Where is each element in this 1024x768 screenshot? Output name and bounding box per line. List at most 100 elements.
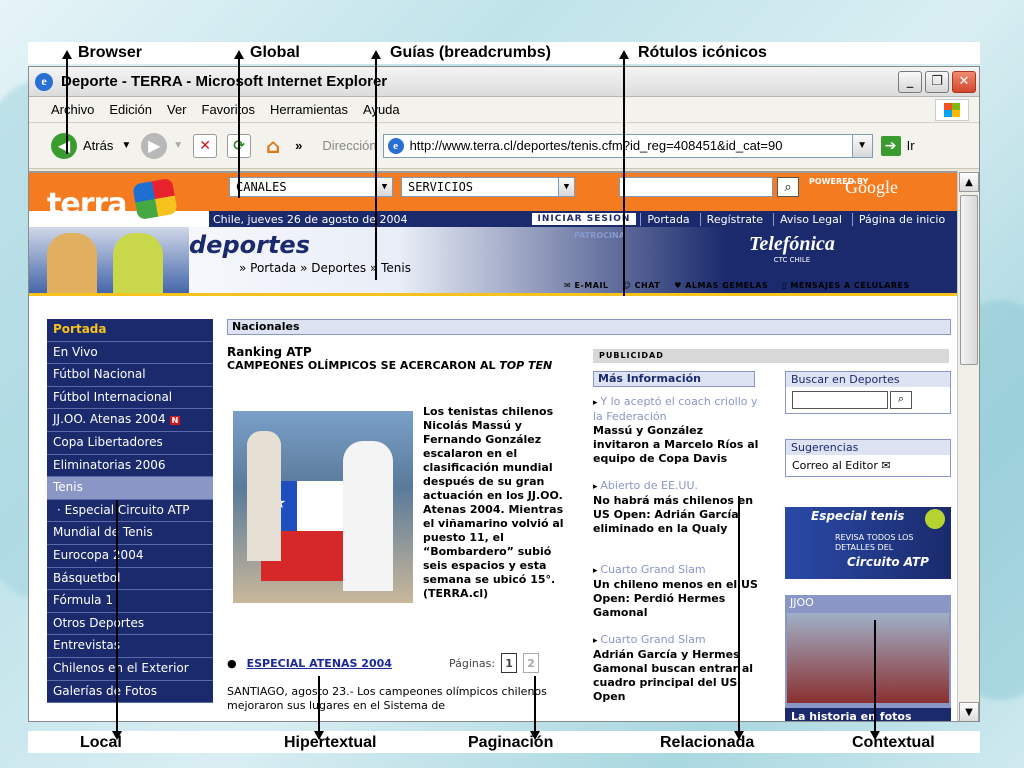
address-dropdown-icon[interactable]: ▼ bbox=[852, 133, 873, 158]
stop-button[interactable]: ✕ bbox=[193, 133, 218, 158]
forward-dropdown-icon[interactable]: ▼ bbox=[173, 140, 183, 151]
leftnav-item[interactable]: Básquetbol bbox=[47, 567, 213, 591]
back-button[interactable]: ◀ Atrás ▼ bbox=[51, 132, 131, 159]
leftnav-item[interactable]: Otros Deportes bbox=[47, 612, 213, 636]
chevron-down-icon: ▼ bbox=[558, 178, 574, 196]
jjoo-photo bbox=[787, 613, 949, 703]
ie-icon: e bbox=[35, 72, 53, 91]
menu-favoritos[interactable]: Favoritos bbox=[202, 102, 255, 117]
leftnav-item[interactable]: Galerías de Fotos bbox=[47, 680, 213, 704]
canales-select[interactable]: CANALES ▼ bbox=[229, 177, 393, 197]
back-arrow-icon: ◀ bbox=[51, 132, 77, 159]
page-2-button[interactable]: 2 bbox=[523, 653, 540, 673]
email-link[interactable]: ✉ E-MAIL bbox=[564, 281, 609, 290]
minimize-button[interactable]: _ bbox=[898, 70, 922, 93]
leftnav-item[interactable]: Fútbol Internacional bbox=[47, 386, 213, 410]
related-heading: Más Información bbox=[593, 371, 755, 387]
arrow-global bbox=[234, 50, 244, 198]
scroll-down-icon[interactable]: ▼ bbox=[959, 702, 979, 721]
jjoo-gallery[interactable]: JJOO La historia en fotos bbox=[785, 595, 951, 721]
related-item[interactable]: Cuarto Grand Slam Un chileno menos en el… bbox=[593, 563, 759, 620]
leftnav-item[interactable]: Fórmula 1 bbox=[47, 590, 213, 613]
breadcrumb: » Portada » Deportes » Tenis bbox=[239, 261, 411, 275]
go-arrow-icon[interactable]: ➔ bbox=[880, 135, 901, 156]
leftnav-item[interactable]: En Vivo bbox=[47, 341, 213, 365]
annotation-contextual: Contextual bbox=[850, 734, 937, 752]
scroll-up-icon[interactable]: ▲ bbox=[959, 172, 979, 192]
local-navigation: Portada En Vivo Fútbol Nacional Fútbol I… bbox=[47, 319, 213, 704]
breadcrumb-portada[interactable]: Portada bbox=[250, 261, 296, 275]
annotation-hypertextual: Hipertextual bbox=[282, 734, 379, 752]
menu-ayuda[interactable]: Ayuda bbox=[363, 102, 400, 117]
stop-icon: ✕ bbox=[193, 133, 218, 158]
arrow-pagination bbox=[530, 676, 540, 740]
go-label[interactable]: Ir bbox=[907, 138, 915, 153]
title-bar: e Deporte - TERRA - Microsoft Internet E… bbox=[29, 67, 979, 97]
date-bar: Chile, jueves 26 de agosto de 2004 INICI… bbox=[209, 211, 959, 227]
leftnav-item-tenis[interactable]: Tenis bbox=[47, 477, 213, 500]
sponsor-logo[interactable]: Telefónica CTC CHILE bbox=[749, 233, 835, 264]
especial-atenas-link[interactable]: ESPECIAL ATENAS 2004 bbox=[227, 657, 392, 670]
address-label: Dirección bbox=[322, 138, 377, 153]
leftnav-item-jjoo[interactable]: JJ.OO. Atenas 2004 N bbox=[47, 409, 213, 432]
suggestions-title: Sugerencias bbox=[786, 440, 950, 455]
menu-herramientas[interactable]: Herramientas bbox=[270, 102, 348, 117]
related-item[interactable]: Cuarto Grand Slam Adrián García y Hermes… bbox=[593, 633, 759, 704]
back-dropdown-icon[interactable]: ▼ bbox=[121, 140, 131, 151]
leftnav-item[interactable]: Eliminatorias 2006 bbox=[47, 454, 213, 478]
especial-tenis-banner[interactable]: Especial tenis REVISA TODOS LOS DETALLES… bbox=[785, 507, 951, 579]
search-icon[interactable]: ⌕ bbox=[890, 391, 912, 409]
search-icon[interactable]: ⌕ bbox=[777, 177, 799, 197]
section-search-input[interactable] bbox=[792, 391, 888, 409]
toolbar-overflow-icon[interactable]: » bbox=[295, 138, 302, 153]
forward-button[interactable]: ▶ ▼ bbox=[141, 132, 183, 159]
menu-ver[interactable]: Ver bbox=[167, 102, 187, 117]
close-button[interactable]: ✕ bbox=[952, 70, 976, 93]
scroll-thumb[interactable] bbox=[960, 195, 978, 365]
leftnav-item[interactable]: Copa Libertadores bbox=[47, 431, 213, 455]
servicios-select[interactable]: SERVICIOS ▼ bbox=[401, 177, 575, 197]
annotation-breadcrumbs: Guías (breadcrumbs) bbox=[388, 44, 553, 62]
leftnav-subitem[interactable]: · Especial Circuito ATP bbox=[47, 499, 213, 523]
leftnav-item[interactable]: Fútbol Nacional bbox=[47, 364, 213, 387]
terra-logo[interactable]: terra bbox=[47, 187, 128, 222]
arrow-related bbox=[734, 496, 744, 740]
annotation-browser: Browser bbox=[76, 44, 145, 62]
chat-link[interactable]: ☺ CHAT bbox=[623, 281, 661, 290]
menu-archivo[interactable]: Archivo bbox=[51, 102, 94, 117]
leftnav-item[interactable]: Entrevistas bbox=[47, 635, 213, 658]
google-label: Google bbox=[845, 177, 898, 197]
login-button[interactable]: INICIAR SESION bbox=[531, 213, 637, 225]
maximize-button[interactable]: ❐ bbox=[925, 70, 949, 93]
editor-mail-link[interactable]: Correo al Editor ✉ bbox=[786, 455, 950, 476]
related-item[interactable]: Abierto de EE.UU. No habrá más chilenos … bbox=[593, 479, 759, 536]
sponsor-name: Telefónica bbox=[749, 233, 835, 255]
breadcrumb-deportes[interactable]: Deportes bbox=[311, 261, 366, 275]
vertical-scrollbar[interactable]: ▲ ▼ bbox=[957, 171, 979, 721]
leftnav-item[interactable]: Mundial de Tenis bbox=[47, 522, 213, 545]
nav-registrate[interactable]: Regístrate bbox=[699, 212, 769, 226]
back-label: Atrás bbox=[83, 138, 114, 153]
menu-edicion[interactable]: Edición bbox=[109, 102, 152, 117]
page-1-button[interactable]: 1 bbox=[501, 653, 518, 673]
address-input[interactable]: e http://www.terra.cl/deportes/tenis.cfm… bbox=[382, 133, 853, 158]
leftnav-item[interactable]: Chilenos en el Exterior bbox=[47, 657, 213, 681]
nav-pagina-inicio[interactable]: Página de inicio bbox=[851, 212, 951, 226]
home-button[interactable]: ⌂ bbox=[261, 134, 285, 158]
google-search-input[interactable] bbox=[619, 177, 773, 197]
pagination-label: Páginas: bbox=[449, 656, 496, 670]
leftnav-item[interactable]: Portada bbox=[47, 319, 213, 342]
pagination: Páginas: 1 2 bbox=[449, 653, 540, 673]
nav-portada[interactable]: Portada bbox=[640, 212, 695, 226]
related-item[interactable]: Y lo aceptó el coach criollo y la Federa… bbox=[593, 395, 759, 466]
new-badge-icon: N bbox=[169, 416, 181, 426]
menu-bar: Archivo Edición Ver Favoritos Herramient… bbox=[29, 97, 979, 123]
leftnav-item[interactable]: Eurocopa 2004 bbox=[47, 544, 213, 568]
nav-aviso-legal[interactable]: Aviso Legal bbox=[773, 212, 848, 226]
service-links: ✉ E-MAIL ☺ CHAT ♥ ALMAS GEMELAS ▯ MENSAJ… bbox=[564, 281, 910, 290]
jjoo-caption: La historia en fotos bbox=[785, 708, 951, 721]
mensajes-link[interactable]: ▯ MENSAJES A CELULARES bbox=[782, 281, 910, 290]
annotation-pagination: Paginación bbox=[466, 734, 556, 752]
almas-gemelas-link[interactable]: ♥ ALMAS GEMELAS bbox=[674, 281, 768, 290]
terra-header: terra CANALES ▼ SERVICIOS ▼ ⌕ POWERED BY G… bbox=[29, 173, 959, 222]
